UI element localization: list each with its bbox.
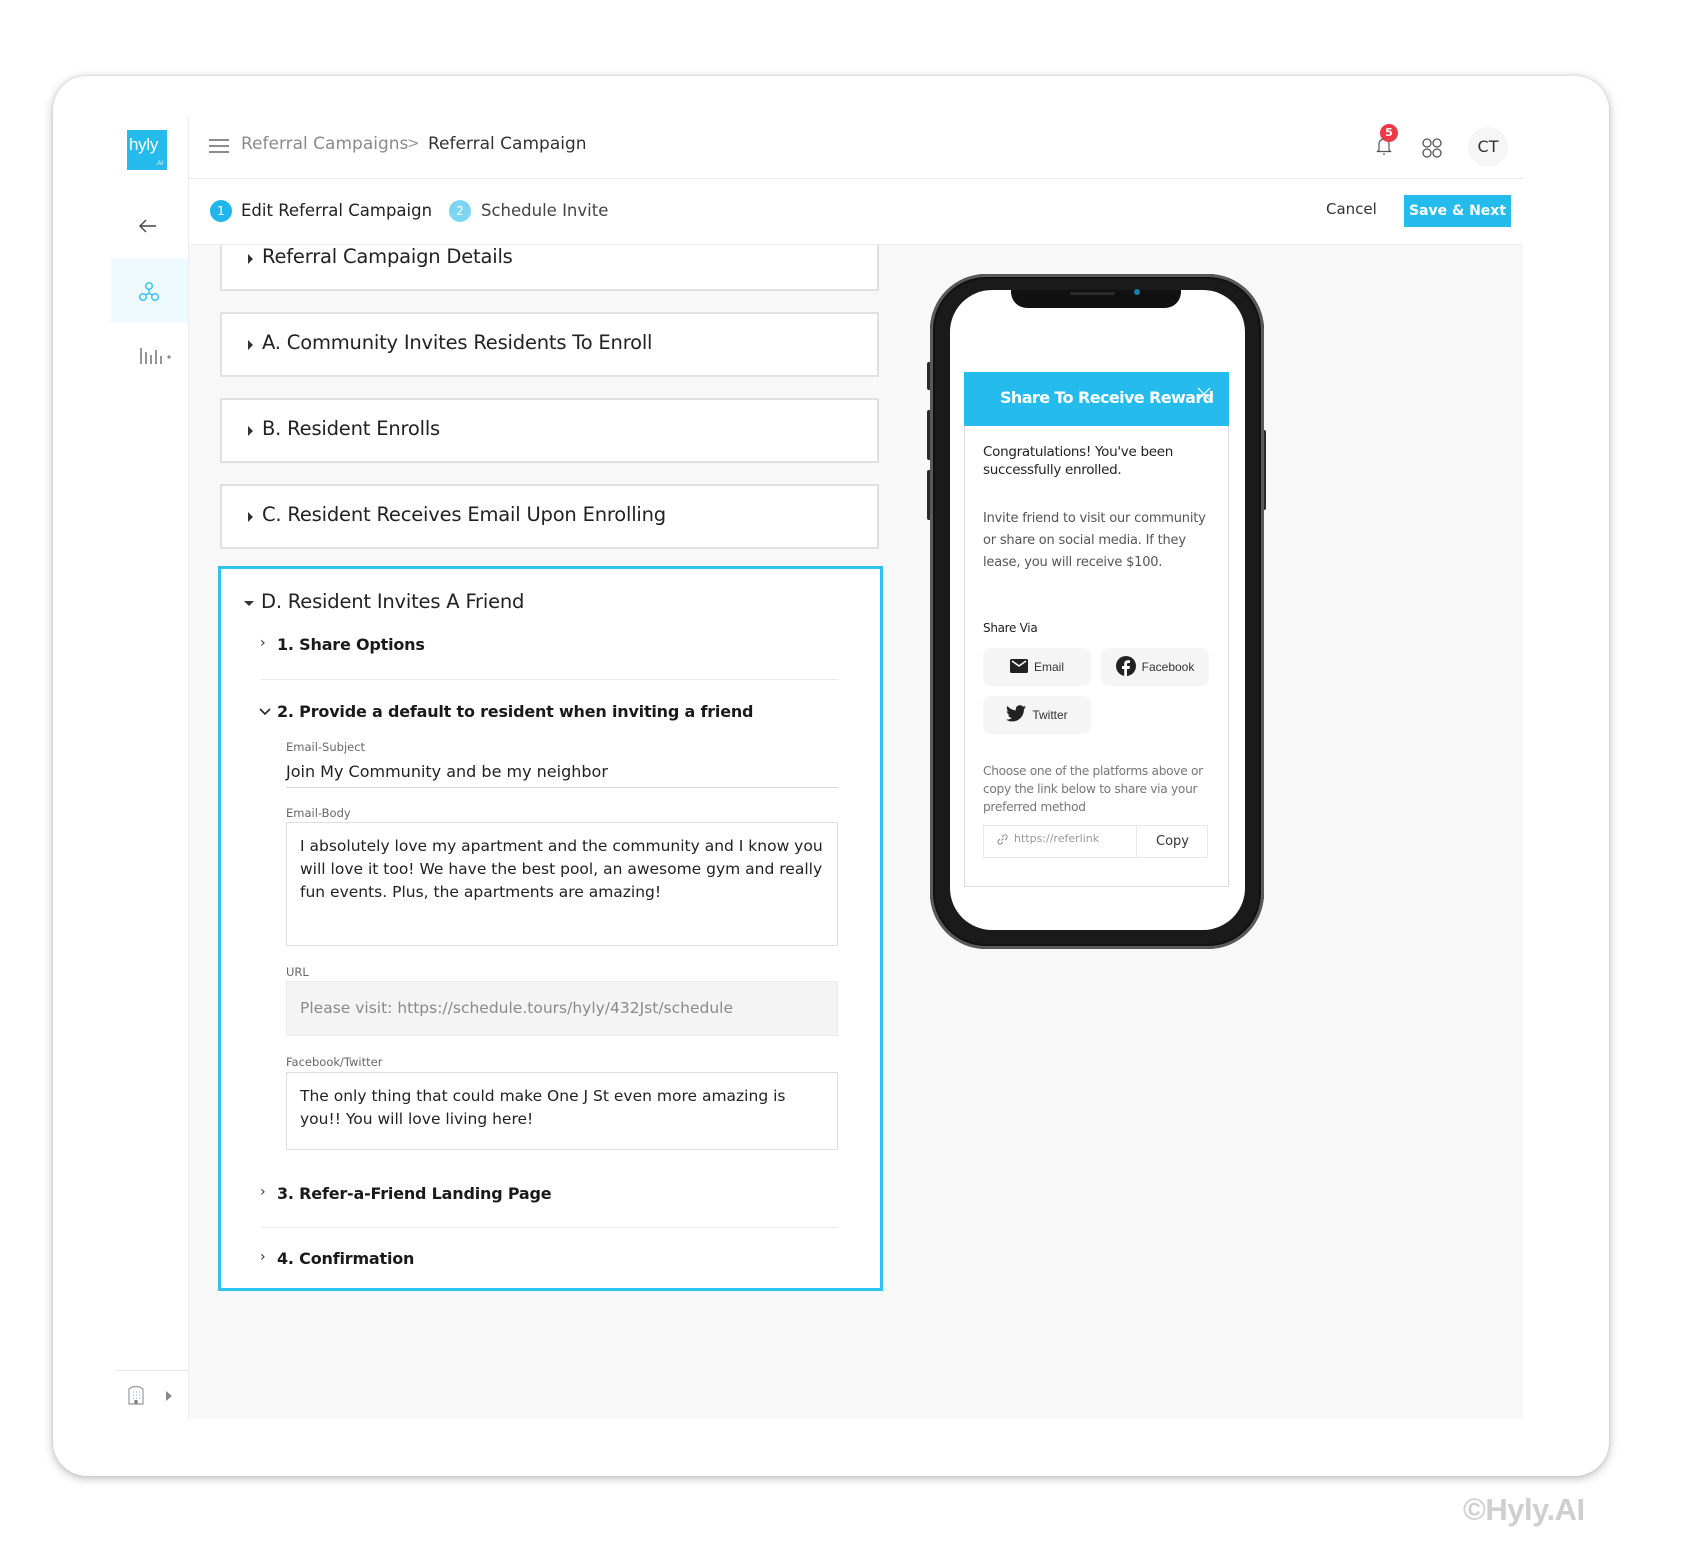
close-icon[interactable] — [1196, 386, 1212, 402]
share-via-label: Share Via — [983, 621, 1038, 635]
sidebar-bottom-divider — [116, 1370, 188, 1371]
email-body-label: Email-Body — [286, 806, 351, 820]
section-title: B. Resident Enrolls — [262, 417, 440, 440]
analytics-bars-icon[interactable] — [138, 344, 174, 368]
user-avatar[interactable]: CT — [1468, 127, 1508, 167]
step-2-indicator: 2 — [449, 200, 471, 222]
share-email-button[interactable]: Email — [983, 648, 1091, 686]
subsection-confirmation[interactable]: 4. Confirmation — [277, 1249, 414, 1268]
caret-right-icon — [248, 254, 253, 264]
share-email-label: Email — [1033, 660, 1064, 674]
facebook-icon — [1115, 655, 1136, 679]
link-icon — [995, 832, 1009, 846]
chevron-right-icon: › — [260, 1184, 266, 1200]
congrats-text: Congratulations! You've been successfull… — [983, 444, 1174, 478]
section-title: Referral Campaign Details — [262, 245, 513, 268]
share-popup-title: Share To Receive Reward — [1000, 388, 1214, 407]
social-text-textarea[interactable]: The only thing that could make One J St … — [286, 1072, 838, 1150]
subsection-default-invite[interactable]: 2. Provide a default to resident when in… — [277, 702, 754, 721]
section-title: A. Community Invites Residents To Enroll — [262, 331, 653, 354]
hamburger-menu-icon[interactable] — [208, 136, 230, 156]
subsection-share-options[interactable]: 1. Share Options — [277, 635, 425, 654]
expand-sidebar-icon[interactable] — [163, 1389, 175, 1403]
save-and-next-button[interactable]: Save & Next — [1404, 195, 1511, 227]
logo-suffix: .AI — [155, 161, 163, 167]
url-field[interactable]: Please visit: https://schedule.tours/hyl… — [286, 981, 838, 1036]
section-b[interactable]: B. Resident Enrolls — [220, 398, 879, 463]
subsection-divider — [261, 1227, 838, 1228]
twitter-icon — [1006, 705, 1027, 725]
section-c[interactable]: C. Resident Receives Email Upon Enrollin… — [220, 484, 879, 549]
referral-network-icon — [137, 280, 161, 304]
hyly-logo[interactable]: hyly .AI — [127, 130, 167, 170]
subsection-landing-page[interactable]: 3. Refer-a-Friend Landing Page — [277, 1184, 552, 1203]
section-d-title[interactable]: D. Resident Invites A Friend — [261, 590, 524, 613]
logo-text: hyly — [129, 135, 159, 154]
email-subject-underline — [286, 787, 838, 788]
invite-description: Invite friend to visit our community or … — [983, 511, 1206, 570]
url-label: URL — [286, 965, 309, 979]
caret-right-icon — [248, 340, 253, 350]
breadcrumb-parent-link[interactable]: Referral Campaigns — [241, 134, 408, 154]
step-2-label[interactable]: Schedule Invite — [481, 201, 608, 220]
copyright-watermark: ©Hyly.AI — [1463, 1492, 1585, 1527]
share-twitter-button[interactable]: Twitter — [983, 696, 1091, 734]
email-subject-label: Email-Subject — [286, 740, 366, 754]
copy-link-button[interactable]: Copy — [1136, 825, 1208, 858]
chevron-right-icon: › — [260, 635, 266, 651]
share-facebook-label: Facebook — [1141, 660, 1195, 674]
email-body-textarea[interactable]: I absolutely love my apartment and the c… — [286, 822, 838, 946]
breadcrumb-separator: > — [407, 134, 420, 152]
chevron-down-icon — [258, 706, 272, 718]
share-hint-text: Choose one of the platforms above or cop… — [983, 764, 1203, 814]
phone-speaker — [1070, 292, 1115, 295]
back-arrow-icon[interactable] — [136, 216, 160, 236]
caret-right-icon — [248, 426, 253, 436]
caret-down-icon[interactable] — [244, 601, 254, 606]
email-subject-input[interactable]: Join My Community and be my neighbor — [286, 762, 608, 781]
subsection-divider — [261, 679, 838, 680]
notification-badge: 5 — [1380, 124, 1398, 142]
building-icon[interactable] — [126, 1384, 146, 1406]
email-icon — [1009, 658, 1028, 676]
chevron-right-icon: › — [260, 1249, 266, 1265]
step-1-label[interactable]: Edit Referral Campaign — [241, 201, 432, 220]
cancel-button[interactable]: Cancel — [1326, 200, 1377, 218]
breadcrumb-current: Referral Campaign — [428, 134, 587, 154]
step-1-indicator: 1 — [210, 200, 232, 222]
caret-right-icon — [248, 512, 253, 522]
referral-link-text: https://referlink — [1014, 832, 1100, 845]
social-text-label: Facebook/Twitter — [286, 1055, 383, 1069]
header-divider — [189, 178, 1523, 179]
section-referral-campaign-details[interactable]: Referral Campaign Details — [220, 245, 879, 291]
section-a[interactable]: A. Community Invites Residents To Enroll — [220, 312, 879, 377]
apps-grid-icon[interactable] — [1420, 136, 1444, 160]
share-facebook-button[interactable]: Facebook — [1101, 648, 1209, 686]
phone-camera — [1134, 289, 1140, 295]
section-title: C. Resident Receives Email Upon Enrollin… — [262, 503, 666, 526]
share-twitter-label: Twitter — [1032, 708, 1068, 722]
